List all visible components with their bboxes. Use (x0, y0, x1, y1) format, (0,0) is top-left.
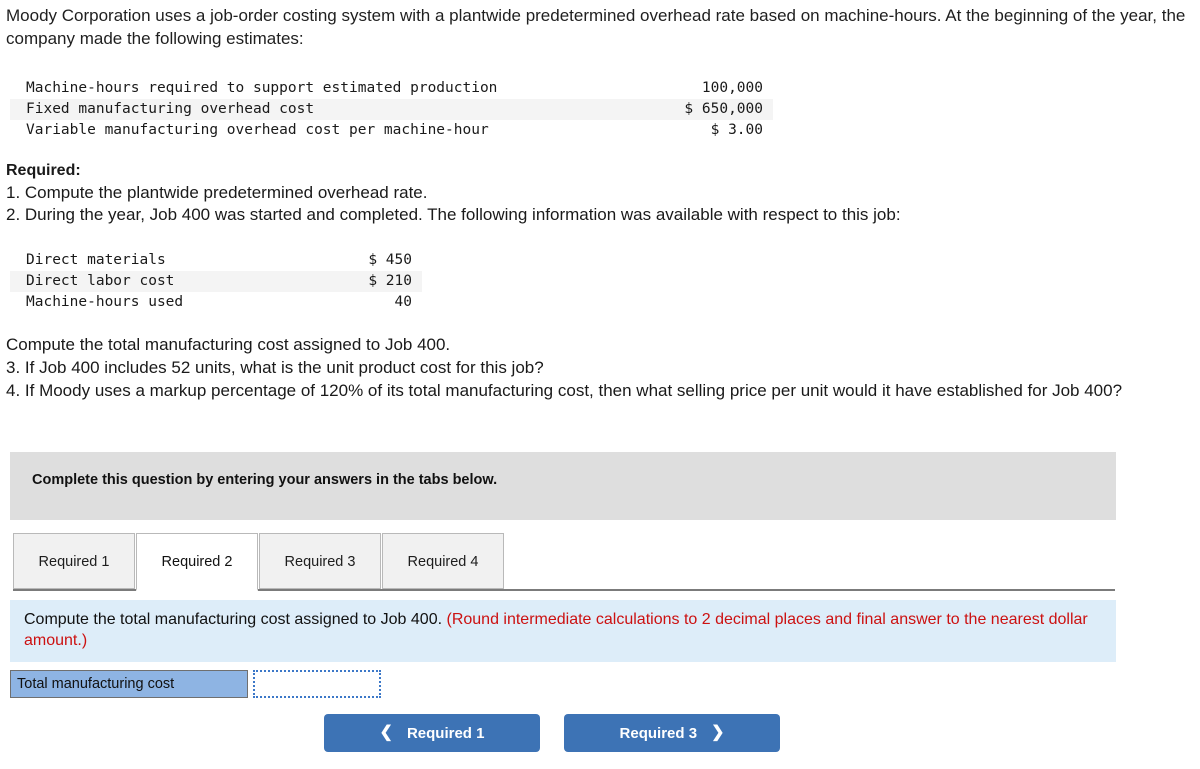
tail-item-compute: Compute the total manufacturing cost ass… (6, 335, 451, 354)
instruction-box: Compute the total manufacturing cost ass… (10, 600, 1116, 662)
total-manufacturing-cost-input[interactable] (253, 670, 381, 698)
table-row: Machine-hours required to support estima… (10, 78, 773, 99)
tab-required-1[interactable]: Required 1 (13, 533, 135, 589)
tail-requirements: Compute the total manufacturing cost ass… (6, 333, 1146, 402)
job-row-label: Direct labor cost (10, 271, 309, 292)
required-item-2: 2. During the year, Job 400 was started … (6, 205, 901, 224)
required-item-1: 1. Compute the plantwide predetermined o… (6, 183, 428, 202)
estimates-row-value: $ 650,000 (575, 99, 773, 120)
tab-required-4[interactable]: Required 4 (382, 533, 504, 589)
table-row: Direct labor cost $ 210 (10, 271, 422, 292)
job-row-value: $ 210 (308, 271, 422, 292)
complete-question-banner: Complete this question by entering your … (10, 452, 1116, 520)
chevron-left-icon: ❮ (379, 724, 393, 741)
required-heading: Required: (6, 162, 81, 179)
next-required-button[interactable]: Required 3 ❯ (564, 714, 780, 752)
job-row-label: Machine-hours used (26, 294, 184, 310)
job-row-value: 40 (394, 294, 412, 310)
table-row: Machine-hours used 40 (10, 292, 422, 313)
tab-bar: Required 1 Required 2 Required 3 Require… (0, 533, 1120, 591)
estimates-row-label: Fixed manufacturing overhead cost (10, 99, 576, 120)
instruction-main: Compute the total manufacturing cost ass… (24, 611, 443, 628)
next-required-label: Required 3 (619, 724, 698, 742)
estimates-table: Machine-hours required to support estima… (10, 78, 773, 141)
estimates-row-value: 100,000 (701, 80, 763, 96)
tab-required-3[interactable]: Required 3 (259, 533, 381, 589)
job-row-value: $ 450 (368, 252, 412, 268)
estimates-row-label: Variable manufacturing overhead cost per… (26, 122, 489, 138)
total-manufacturing-cost-label: Total manufacturing cost (10, 670, 248, 698)
prev-required-label: Required 1 (406, 724, 485, 742)
tab-required-2[interactable]: Required 2 (136, 533, 258, 591)
table-row: Direct materials $ 450 (10, 250, 422, 271)
instruction-text: Compute the total manufacturing cost ass… (24, 609, 1102, 651)
estimates-row-label: Machine-hours required to support estima… (26, 80, 498, 96)
tail-item-3: 3. If Job 400 includes 52 units, what is… (6, 358, 544, 377)
chevron-right-icon: ❯ (711, 724, 725, 741)
required-block: Required: 1. Compute the plantwide prede… (6, 160, 1156, 226)
job-row-label: Direct materials (26, 252, 166, 268)
prev-required-button[interactable]: ❮ Required 1 (324, 714, 540, 752)
tail-item-4: 4. If Moody uses a markup percentage of … (6, 381, 1123, 400)
estimates-row-value: $ 3.00 (710, 122, 763, 138)
complete-question-text: Complete this question by entering your … (32, 472, 498, 488)
table-row: Fixed manufacturing overhead cost $ 650,… (10, 99, 773, 120)
table-row: Variable manufacturing overhead cost per… (10, 120, 773, 141)
job-data-table: Direct materials $ 450 Direct labor cost… (10, 250, 422, 313)
problem-statement: Moody Corporation uses a job-order costi… (6, 6, 1186, 48)
